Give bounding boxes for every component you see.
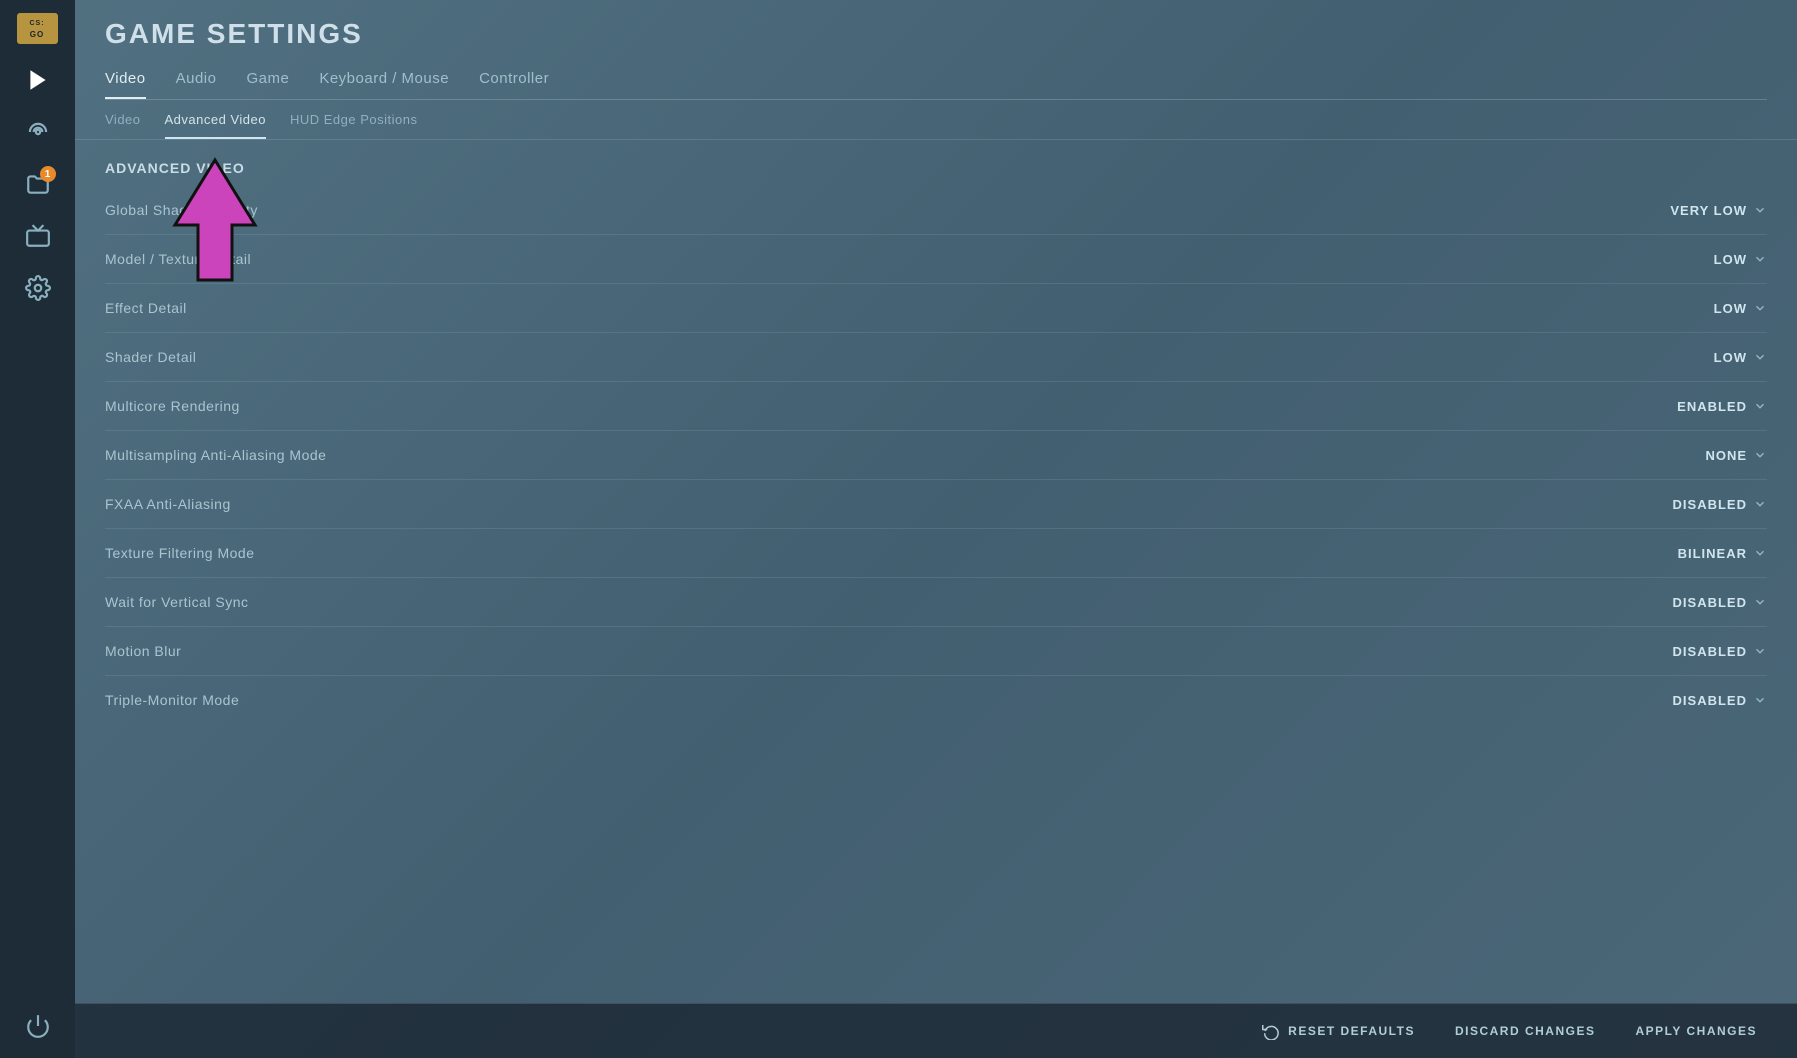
files-icon[interactable]: 1 [16, 162, 60, 206]
setting-row-fxaa: FXAA Anti-Aliasing DISABLED [105, 480, 1767, 529]
svg-text:CS:: CS: [29, 20, 44, 27]
setting-value-texture-filter[interactable]: BILINEAR [1627, 546, 1767, 561]
setting-value-triple-monitor[interactable]: DISABLED [1627, 693, 1767, 708]
setting-value-multicore[interactable]: ENABLED [1627, 399, 1767, 414]
page-title: GAME SETTINGS [105, 18, 1767, 50]
apply-changes-button[interactable]: APPLY CHANGES [1625, 1018, 1767, 1044]
tab-controller[interactable]: Controller [479, 70, 549, 99]
discard-changes-button[interactable]: DISCARD CHANGES [1445, 1018, 1606, 1044]
setting-value-motion-blur[interactable]: DISABLED [1627, 644, 1767, 659]
setting-label-global-shadow: Global Shadow Quality [105, 202, 258, 218]
setting-row-msaa: Multisampling Anti-Aliasing Mode NONE [105, 431, 1767, 480]
tab-game[interactable]: Game [246, 70, 289, 99]
tab-keyboard-mouse[interactable]: Keyboard / Mouse [319, 70, 449, 99]
tab-audio[interactable]: Audio [176, 70, 217, 99]
setting-value-fxaa[interactable]: DISABLED [1627, 497, 1767, 512]
setting-row-triple-monitor: Triple-Monitor Mode DISABLED [105, 676, 1767, 724]
subtab-hud-edge[interactable]: HUD Edge Positions [290, 112, 418, 139]
setting-label-shader-detail: Shader Detail [105, 349, 196, 365]
setting-value-vsync[interactable]: DISABLED [1627, 595, 1767, 610]
setting-row-motion-blur: Motion Blur DISABLED [105, 627, 1767, 676]
tv-icon[interactable] [16, 214, 60, 258]
header: GAME SETTINGS Video Audio Game Keyboard … [75, 0, 1797, 100]
svg-text:GO: GO [30, 30, 44, 39]
setting-row-vsync: Wait for Vertical Sync DISABLED [105, 578, 1767, 627]
setting-row-multicore: Multicore Rendering ENABLED [105, 382, 1767, 431]
setting-row-model-texture: Model / Texture Detail LOW [105, 235, 1767, 284]
setting-label-texture-filter: Texture Filtering Mode [105, 545, 255, 561]
settings-icon[interactable] [16, 266, 60, 310]
subtab-advanced-video[interactable]: Advanced Video [165, 112, 266, 139]
setting-row-effect-detail: Effect Detail LOW [105, 284, 1767, 333]
setting-label-msaa: Multisampling Anti-Aliasing Mode [105, 447, 326, 463]
setting-value-global-shadow[interactable]: VERY LOW [1627, 203, 1767, 218]
play-icon[interactable] [16, 58, 60, 102]
radio-icon[interactable] [16, 110, 60, 154]
setting-value-effect-detail[interactable]: LOW [1627, 301, 1767, 316]
setting-value-shader-detail[interactable]: LOW [1627, 350, 1767, 365]
subtab-video[interactable]: Video [105, 112, 141, 139]
csgo-logo[interactable]: CS: GO [13, 10, 63, 50]
setting-label-vsync: Wait for Vertical Sync [105, 594, 249, 610]
sub-tabs: Video Advanced Video HUD Edge Positions [75, 100, 1797, 140]
section-title: Advanced Video [105, 140, 1767, 186]
setting-label-multicore: Multicore Rendering [105, 398, 240, 414]
notification-badge: 1 [40, 166, 56, 182]
reset-defaults-button[interactable]: RESET DEFAULTS [1252, 1016, 1425, 1046]
setting-label-model-texture: Model / Texture Detail [105, 251, 251, 267]
bottom-bar: RESET DEFAULTS DISCARD CHANGES APPLY CHA… [75, 1003, 1797, 1058]
setting-row-global-shadow: Global Shadow Quality VERY LOW [105, 186, 1767, 235]
top-tabs: Video Audio Game Keyboard / Mouse Contro… [105, 70, 1767, 100]
power-icon[interactable] [16, 1004, 60, 1048]
setting-row-shader-detail: Shader Detail LOW [105, 333, 1767, 382]
settings-content: Advanced Video Global Shadow Quality VER… [75, 140, 1797, 1003]
setting-value-msaa[interactable]: NONE [1627, 448, 1767, 463]
setting-label-motion-blur: Motion Blur [105, 643, 181, 659]
setting-label-effect-detail: Effect Detail [105, 300, 187, 316]
main-content: GAME SETTINGS Video Audio Game Keyboard … [75, 0, 1797, 1058]
tab-video[interactable]: Video [105, 70, 146, 99]
setting-row-texture-filter: Texture Filtering Mode BILINEAR [105, 529, 1767, 578]
setting-label-fxaa: FXAA Anti-Aliasing [105, 496, 231, 512]
setting-value-model-texture[interactable]: LOW [1627, 252, 1767, 267]
sidebar: CS: GO 1 [0, 0, 75, 1058]
setting-label-triple-monitor: Triple-Monitor Mode [105, 692, 239, 708]
